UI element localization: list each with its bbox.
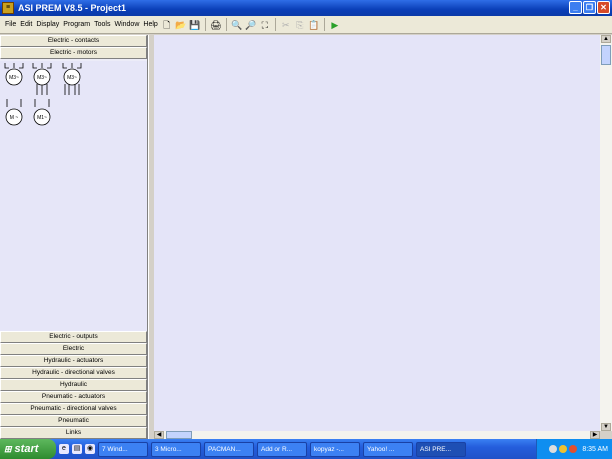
start-button[interactable]: ⊞ start — [0, 439, 56, 459]
motor-label-3: M3~ — [67, 75, 77, 81]
motor-label-1: M3~ — [9, 75, 19, 81]
category-hydraulic[interactable]: Hydraulic — [0, 379, 147, 391]
scroll-left-button[interactable]: ◀ — [154, 431, 164, 439]
category-pneumatic-directional-valves[interactable]: Pneumatic - directional valves — [0, 403, 147, 415]
category-hydraulic-directional-valves[interactable]: Hydraulic - directional valves — [0, 367, 147, 379]
zoom-fit-icon[interactable]: ⛶ — [259, 19, 271, 31]
open-folder-icon[interactable]: 📂 — [175, 19, 187, 31]
vertical-scrollbar[interactable]: ▲ ▼ — [600, 35, 612, 431]
window-title: ASI PREM V8.5 - Project1 — [18, 3, 127, 13]
category-electric[interactable]: Electric — [0, 343, 147, 355]
category-electric-motors[interactable]: Electric - motors — [0, 47, 147, 59]
motor-label-2: M3~ — [37, 75, 47, 81]
tray-network-icon[interactable] — [549, 445, 558, 453]
title-bar: ≡ ASI PREM V8.5 - Project1 _ ❐ ✕ — [0, 0, 612, 16]
minimize-button[interactable]: _ — [569, 1, 582, 14]
motor-component-5[interactable]: M1~ — [31, 99, 53, 129]
horizontal-scroll-thumb[interactable] — [166, 431, 192, 439]
close-button[interactable]: ✕ — [597, 1, 610, 14]
task-pacman[interactable]: PACMAN... — [204, 441, 254, 457]
system-tray: 8:35 AM — [536, 439, 612, 459]
menu-program[interactable]: Program — [61, 21, 92, 28]
zoom-in-icon[interactable]: 🔍 — [231, 19, 243, 31]
toolbar-separator — [274, 18, 276, 31]
scroll-right-button[interactable]: ▶ — [590, 431, 600, 439]
motor-components-area: M3~ M3~ M3~ M ~ M1~ — [0, 61, 147, 331]
bottom-categories: Electric - outputs Electric Hydraulic - … — [0, 331, 147, 439]
app-icon[interactable]: ≡ — [2, 2, 14, 14]
toolbar-separator — [204, 18, 206, 31]
menu-help[interactable]: Help — [141, 21, 159, 28]
category-pneumatic-actuators[interactable]: Pneumatic - actuators — [0, 391, 147, 403]
copy-icon[interactable]: ⎘ — [294, 19, 306, 31]
start-label: start — [14, 443, 39, 455]
category-pneumatic[interactable]: Pneumatic — [0, 415, 147, 427]
menu-file[interactable]: File — [3, 21, 18, 28]
task-yahoo[interactable]: Yahoo! ... — [363, 441, 413, 457]
task-add-remove[interactable]: Add or R... — [257, 441, 307, 457]
category-hydraulic-actuators[interactable]: Hydraulic - actuators — [0, 355, 147, 367]
toolbar-separator — [323, 18, 325, 31]
scroll-down-button[interactable]: ▼ — [601, 423, 611, 431]
menu-tools[interactable]: Tools — [92, 21, 112, 28]
motor-label-4: M ~ — [10, 115, 19, 121]
cut-icon[interactable]: ✂ — [280, 19, 292, 31]
scroll-up-button[interactable]: ▲ — [601, 35, 611, 43]
zoom-out-icon[interactable]: 🔎 — [245, 19, 257, 31]
task-windows-explorer[interactable]: 7 Wind... — [98, 441, 148, 457]
motor-component-1[interactable]: M3~ — [3, 63, 25, 87]
horizontal-scrollbar[interactable]: ◀ ▶ — [154, 431, 600, 439]
task-asi-prem[interactable]: ASI PRE... — [416, 441, 466, 457]
tray-messenger-icon[interactable] — [559, 445, 568, 453]
drawing-canvas[interactable] — [154, 35, 600, 431]
paste-icon[interactable]: 📋 — [308, 19, 320, 31]
motor-component-4[interactable]: M ~ — [3, 99, 25, 129]
category-electric-contacts[interactable]: Electric - contacts — [0, 35, 147, 47]
menu-display[interactable]: Display — [34, 21, 61, 28]
quicklaunch-ie-icon[interactable]: e — [59, 444, 69, 454]
quicklaunch-explorer-icon[interactable]: ▤ — [72, 444, 82, 454]
save-icon[interactable]: 💾 — [189, 19, 201, 31]
new-file-icon[interactable]: 🗋 — [161, 19, 173, 31]
vertical-scroll-thumb[interactable] — [601, 45, 611, 65]
windows-logo-icon: ⊞ — [4, 443, 12, 454]
taskbar: ⊞ start e ▤ ◉ 7 Wind... 3 Micro... PACMA… — [0, 439, 612, 459]
task-microsoft[interactable]: 3 Micro... — [151, 441, 201, 457]
motor-label-5: M1~ — [37, 115, 47, 121]
print-icon[interactable]: 🖨 — [210, 19, 222, 31]
restore-button[interactable]: ❐ — [583, 1, 596, 14]
tray-antivirus-icon[interactable] — [569, 445, 578, 453]
menu-toolbar-bar: File Edit Display Program Tools Window H… — [0, 16, 612, 34]
category-links[interactable]: Links — [0, 427, 147, 439]
task-kopyaz[interactable]: kopyaz -... — [310, 441, 360, 457]
app-window: ≡ ASI PREM V8.5 - Project1 _ ❐ ✕ File Ed… — [0, 0, 612, 459]
quicklaunch-media-icon[interactable]: ◉ — [85, 444, 95, 454]
motor-component-3[interactable]: M3~ — [61, 63, 83, 97]
category-electric-outputs[interactable]: Electric - outputs — [0, 331, 147, 343]
motor-component-2[interactable]: M3~ — [31, 63, 53, 97]
component-library-panel: Electric - contacts Electric - motors M3… — [0, 35, 148, 439]
run-icon[interactable]: ▶ — [329, 19, 341, 31]
menu-window[interactable]: Window — [112, 21, 141, 28]
clock: 8:35 AM — [582, 445, 608, 453]
menu-edit[interactable]: Edit — [18, 21, 34, 28]
toolbar-separator — [225, 18, 227, 31]
